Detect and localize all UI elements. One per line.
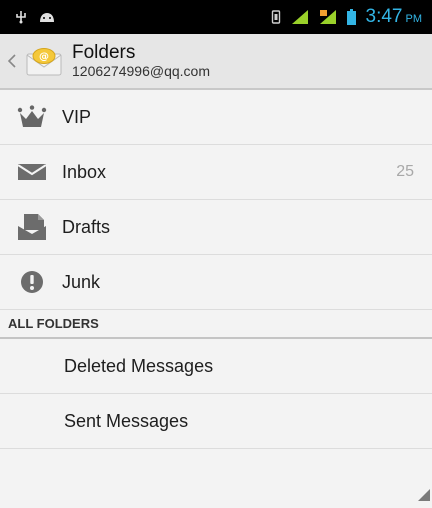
folder-item-vip[interactable]: VIP xyxy=(0,90,432,145)
svg-text:@: @ xyxy=(39,52,49,63)
folder-item-deleted-messages[interactable]: Deleted Messages xyxy=(0,339,432,394)
action-bar-titles: Folders 1206274996@qq.com xyxy=(72,41,210,80)
folder-item-junk[interactable]: Junk xyxy=(0,255,432,310)
email-app-icon[interactable]: @ xyxy=(24,45,64,77)
crown-icon xyxy=(16,103,48,131)
all-folders-header: ALL FOLDERS xyxy=(0,310,432,339)
battery-icon xyxy=(346,9,356,25)
clock-ampm: PM xyxy=(405,13,423,25)
folder-item-sent-messages[interactable]: Sent Messages xyxy=(0,394,432,449)
alert-icon xyxy=(16,268,48,296)
folder-label: Junk xyxy=(62,271,101,292)
envelope-icon xyxy=(16,158,48,186)
page-title: Folders xyxy=(72,41,136,63)
folder-label: Deleted Messages xyxy=(64,355,214,376)
clock-time: 3:47 xyxy=(365,6,403,27)
data-signal-icon xyxy=(319,9,337,25)
folder-item-inbox[interactable]: Inbox 25 xyxy=(0,145,432,200)
folder-label: VIP xyxy=(62,106,92,127)
account-email: 1206274996@qq.com xyxy=(72,62,210,79)
usb-icon xyxy=(14,10,28,24)
drafts-icon xyxy=(16,213,48,241)
folder-item-drafts[interactable]: Drafts xyxy=(0,200,432,255)
unread-count: 25 xyxy=(396,163,414,180)
status-clock: 3:47 PM xyxy=(366,6,422,28)
signal-icon xyxy=(291,9,309,25)
action-bar[interactable]: @ Folders 1206274996@qq.com xyxy=(0,34,432,90)
folder-label: Drafts xyxy=(62,216,111,237)
resize-corner-icon xyxy=(418,488,430,506)
folder-label: Inbox xyxy=(62,161,107,182)
up-navigation-icon[interactable] xyxy=(8,54,22,68)
android-debug-icon xyxy=(38,11,56,23)
folder-label: Sent Messages xyxy=(64,410,189,431)
vibrate-icon xyxy=(271,10,281,24)
status-bar: 3:47 PM xyxy=(0,0,432,34)
